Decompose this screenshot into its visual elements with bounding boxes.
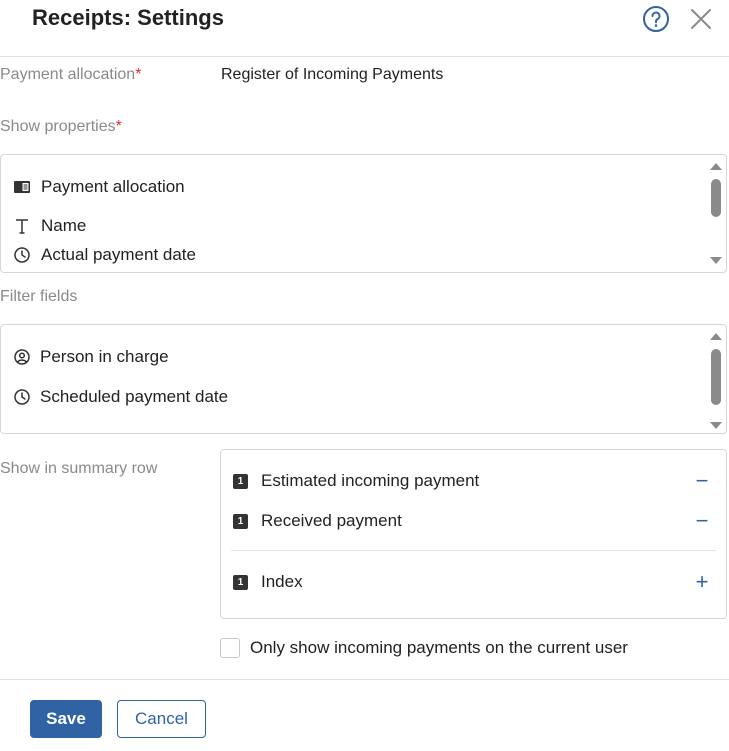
scroll-up-arrow[interactable]	[710, 163, 722, 170]
cancel-button[interactable]: Cancel	[117, 700, 206, 738]
text-type-icon	[13, 217, 31, 235]
help-icon[interactable]	[642, 5, 670, 33]
list-item-label: Actual payment date	[41, 245, 196, 264]
remove-button[interactable]: −	[691, 470, 713, 492]
payment-allocation-label: Payment allocation*	[0, 65, 141, 85]
summary-row-label: Show in summary row	[0, 460, 158, 477]
summary-item-estimated-incoming-payment: 1 Estimated incoming payment −	[233, 470, 713, 492]
clock-icon	[13, 388, 31, 406]
list-item-actual-payment-date[interactable]: Actual payment date	[13, 244, 196, 266]
required-mark: *	[115, 118, 122, 135]
scrollbar-thumb[interactable]	[711, 179, 721, 217]
list-item-label: Payment allocation	[41, 177, 185, 196]
show-properties-label: Show properties*	[0, 117, 122, 137]
only-current-user-label[interactable]: Only show incoming payments on the curre…	[250, 638, 628, 658]
list-item-label: Scheduled payment date	[40, 387, 229, 406]
summary-item-received-payment: 1 Received payment −	[233, 510, 713, 532]
number-type-icon: 1	[233, 513, 248, 529]
show-properties-label-text: Show properties	[0, 118, 116, 135]
list-item-label: Name	[41, 216, 87, 235]
payment-allocation-value: Register of Incoming Payments	[221, 66, 444, 83]
scroll-down-arrow[interactable]	[710, 257, 722, 264]
remove-button[interactable]: −	[691, 510, 713, 532]
list-item-label: Person in charge	[40, 347, 169, 366]
show-properties-list[interactable]: Payment allocation Name Actual payment d…	[0, 154, 727, 273]
summary-item-label: Estimated incoming payment	[261, 471, 480, 490]
summary-item-label: Index	[261, 572, 303, 591]
save-button[interactable]: Save	[30, 700, 102, 738]
list-item-scheduled-payment-date[interactable]: Scheduled payment date	[13, 386, 228, 408]
close-icon[interactable]	[688, 6, 714, 32]
summary-item-label: Received payment	[261, 511, 402, 530]
summary-item-index: 1 Index +	[233, 571, 713, 593]
catalog-icon	[13, 178, 31, 196]
filter-fields-label: Filter fields	[0, 288, 78, 305]
dialog-title: Receipts: Settings	[32, 5, 224, 30]
number-type-icon: 1	[233, 473, 248, 489]
scroll-down-arrow[interactable]	[710, 422, 722, 429]
divider	[231, 550, 716, 551]
required-mark: *	[135, 66, 142, 83]
number-type-icon: 1	[233, 574, 248, 590]
only-current-user-checkbox[interactable]	[220, 638, 240, 658]
filter-fields-list[interactable]: Person in charge Scheduled payment date	[0, 324, 727, 434]
list-item-person-in-charge[interactable]: Person in charge	[13, 346, 169, 368]
user-circle-icon	[13, 348, 31, 366]
payment-allocation-label-text: Payment allocation	[0, 66, 136, 83]
summary-row-box: 1 Estimated incoming payment − 1 Receive…	[220, 449, 727, 619]
dialog-header: Receipts: Settings	[0, 0, 729, 57]
scroll-up-arrow[interactable]	[710, 333, 722, 340]
list-item-payment-allocation[interactable]: Payment allocation	[13, 176, 185, 198]
scrollbar-thumb[interactable]	[711, 349, 721, 405]
footer-divider	[0, 679, 729, 680]
add-button[interactable]: +	[691, 571, 713, 593]
list-item-name[interactable]: Name	[13, 215, 86, 237]
clock-icon	[13, 246, 31, 264]
